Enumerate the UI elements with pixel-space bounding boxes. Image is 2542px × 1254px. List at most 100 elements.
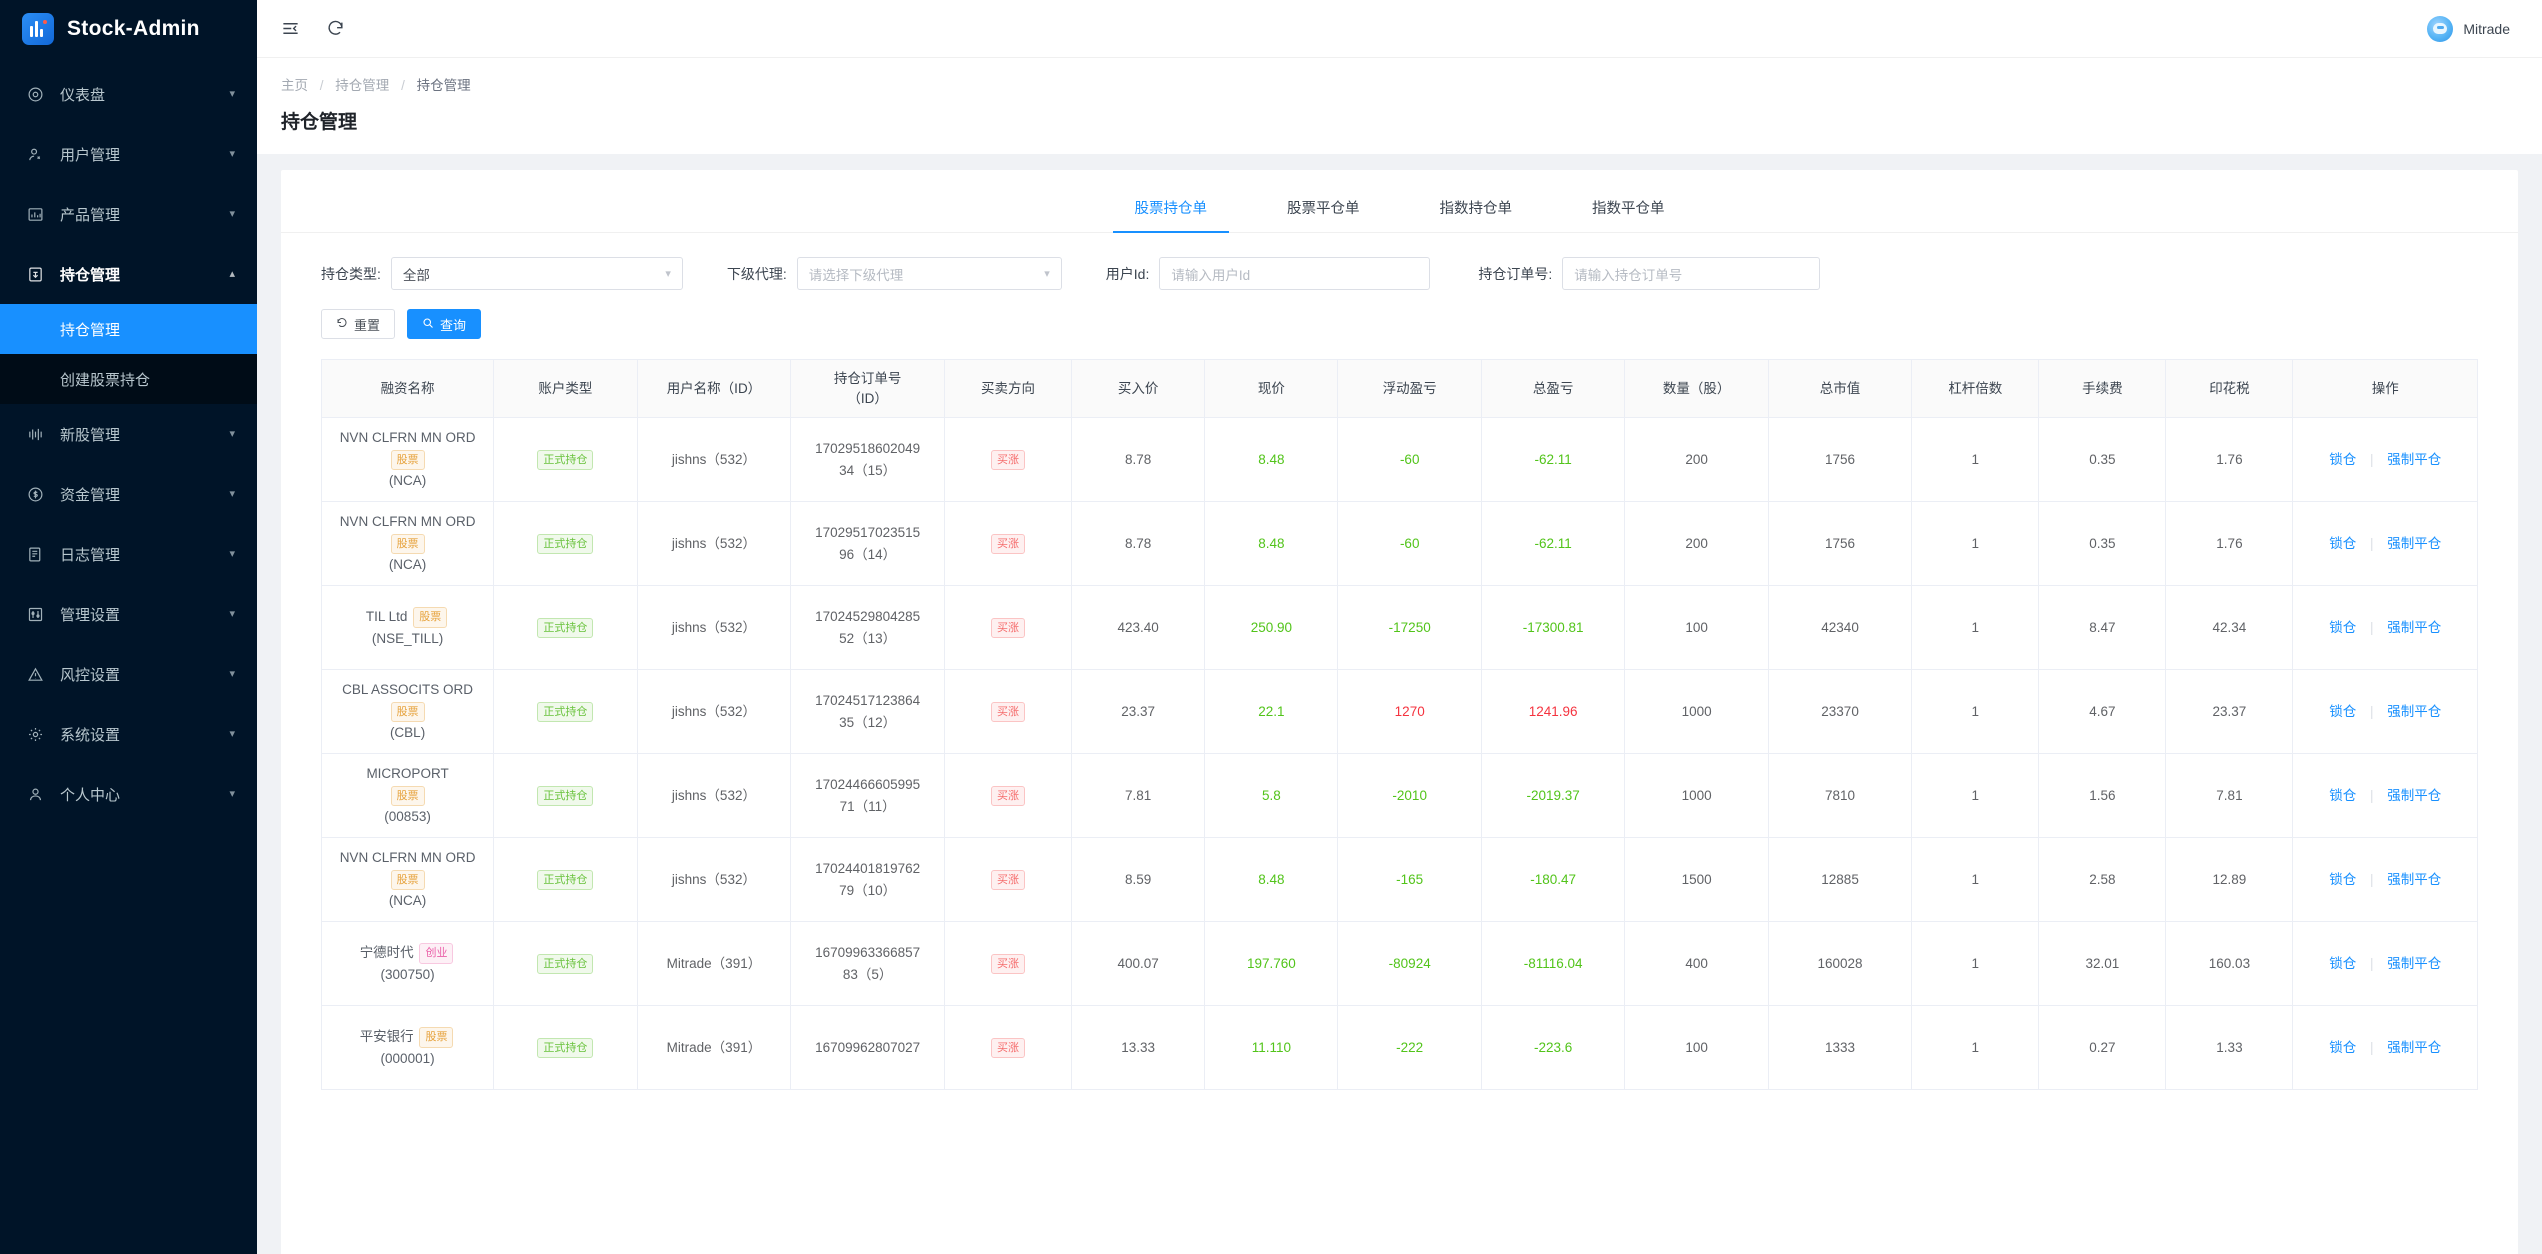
cell-name: CBL ASSOCITS ORD 股票 (CBL) <box>320 669 495 754</box>
user-id-input[interactable]: 请输入用户Id <box>1159 257 1431 290</box>
sidebar-subitem-position-management[interactable]: 持仓管理 <box>0 304 257 354</box>
cell-total-pl: -2019.37 <box>1481 753 1626 838</box>
position-type-select[interactable]: 全部 ▾ <box>390 257 683 290</box>
content-scroll: 股票持仓单 股票平仓单 指数持仓单 指数平仓单 持仓类型: 全部 ▾ 下级代理:… <box>257 154 2542 1254</box>
lock-position-link[interactable]: 锁仓 <box>2329 788 2356 803</box>
tab-label: 指数持仓单 <box>1439 201 1513 217</box>
row-name: CBL ASSOCITS ORD <box>342 682 473 698</box>
cell-total-pl: -17300.81 <box>1481 585 1626 670</box>
cell-fee: 8.47 <box>2038 585 2167 670</box>
cell-name: NVN CLFRN MN ORD 股票 (NCA) <box>320 837 495 922</box>
row-name-tag: 股票 <box>390 701 425 723</box>
refresh-icon[interactable] <box>326 19 345 38</box>
table-head: 融资名称 账户类型 用户名称（ID） 持仓订单号 （ID） 买卖方向 买入价 现… <box>320 359 2478 418</box>
force-close-link[interactable]: 强制平仓 <box>2387 536 2441 551</box>
cell-name: NVN CLFRN MN ORD 股票 (NCA) <box>320 417 495 502</box>
action-separator: | <box>2369 1039 2374 1055</box>
cell-direction: 买涨 <box>944 501 1073 586</box>
sidebar-item-label: 系统设置 <box>60 726 121 744</box>
sidebar-subitem-label: 持仓管理 <box>60 321 121 339</box>
force-close-link[interactable]: 强制平仓 <box>2387 788 2441 803</box>
force-close-link[interactable]: 强制平仓 <box>2387 620 2441 635</box>
tab-label: 指数平仓单 <box>1592 201 1665 217</box>
lock-position-link[interactable]: 锁仓 <box>2329 704 2356 719</box>
cell-current-price: 5.8 <box>1204 753 1339 838</box>
row-name: NVN CLFRN MN ORD <box>339 514 476 530</box>
row-name-tag: 股票 <box>413 607 448 628</box>
menu-collapse-icon[interactable] <box>281 19 300 38</box>
sub-agent-select[interactable]: 请选择下级代理 ▾ <box>796 257 1062 290</box>
tab-stock-closed[interactable]: 股票平仓单 <box>1265 184 1382 232</box>
cell-user: Mitrade（391） <box>637 1005 792 1090</box>
cell-user: jishns（532） <box>637 585 792 670</box>
filter-panel: 持仓类型: 全部 ▾ 下级代理: 请选择下级代理 ▾ 用户Id: 请输入用户Id… <box>281 233 2518 339</box>
force-close-link[interactable]: 强制平仓 <box>2387 872 2441 887</box>
cell-quantity: 100 <box>1624 1005 1769 1090</box>
reset-button-label: 重置 <box>354 317 381 333</box>
brand[interactable]: Stock-Admin <box>0 0 257 58</box>
sidebar-item-risk-settings[interactable]: 风控设置 ▾ <box>0 644 257 704</box>
reset-button[interactable]: 重置 <box>321 309 396 339</box>
sidebar-item-funds[interactable]: 资金管理 ▾ <box>0 464 257 524</box>
force-close-link[interactable]: 强制平仓 <box>2387 452 2441 467</box>
sidebar-item-logs[interactable]: 日志管理 ▾ <box>0 524 257 584</box>
row-name: NVN CLFRN MN ORD <box>339 850 476 866</box>
col-account-type: 账户类型 <box>493 359 638 418</box>
force-close-link[interactable]: 强制平仓 <box>2387 956 2441 971</box>
force-close-link[interactable]: 强制平仓 <box>2387 704 2441 719</box>
sidebar-item-ipo[interactable]: 新股管理 ▾ <box>0 404 257 464</box>
lock-position-link[interactable]: 锁仓 <box>2329 536 2356 551</box>
lock-position-link[interactable]: 锁仓 <box>2329 452 2356 467</box>
tab-index-closed[interactable]: 指数平仓单 <box>1570 184 1687 232</box>
lock-position-link[interactable]: 锁仓 <box>2329 1040 2356 1055</box>
chevron-down-icon: ▾ <box>229 547 235 560</box>
row-name-code: (000001) <box>380 1050 435 1066</box>
user-menu[interactable]: Mitrade <box>2427 15 2518 42</box>
sidebar-item-profile[interactable]: 个人中心 ▾ <box>0 764 257 824</box>
row-name-tag: 股票 <box>390 449 425 471</box>
cell-leverage: 1 <box>1911 1005 2040 1090</box>
direction-badge: 买涨 <box>991 617 1026 639</box>
force-close-link[interactable]: 强制平仓 <box>2387 1040 2441 1055</box>
chevron-down-icon: ▾ <box>229 207 235 220</box>
sidebar-item-label: 资金管理 <box>60 486 121 504</box>
cell-total-pl: -180.47 <box>1481 837 1626 922</box>
lock-position-link[interactable]: 锁仓 <box>2329 620 2356 635</box>
order-no-line2: 52（13） <box>839 630 897 646</box>
breadcrumb-item-home[interactable]: 主页 <box>281 78 308 93</box>
chevron-down-icon: ▾ <box>229 787 235 800</box>
cell-operation: 锁仓 | 强制平仓 <box>2292 1005 2478 1090</box>
sidebar-item-admin-settings[interactable]: 管理设置 ▾ <box>0 584 257 644</box>
cell-operation: 锁仓 | 强制平仓 <box>2292 585 2478 670</box>
order-no-line1: 17029518602049 <box>815 440 921 456</box>
lock-position-link[interactable]: 锁仓 <box>2329 872 2356 887</box>
sidebar-item-users[interactable]: 用户管理 ▾ <box>0 124 257 184</box>
filter-label: 下级代理: <box>726 265 787 282</box>
row-name-tag: 股票 <box>390 533 425 555</box>
query-button[interactable]: 查询 <box>407 309 482 339</box>
sidebar-subitem-create-stock-position[interactable]: 创建股票持仓 <box>0 354 257 404</box>
tab-bar: 股票持仓单 股票平仓单 指数持仓单 指数平仓单 <box>281 170 2518 233</box>
cell-market-value: 1333 <box>1768 1005 1913 1090</box>
cell-market-value: 23370 <box>1768 669 1913 754</box>
order-no-line2: 34（15） <box>839 462 897 478</box>
tab-index-positions[interactable]: 指数持仓单 <box>1418 184 1535 232</box>
sidebar-item-dashboard[interactable]: 仪表盘 ▾ <box>0 64 257 124</box>
cell-current-price: 8.48 <box>1204 417 1339 502</box>
sidebar-item-products[interactable]: 产品管理 ▾ <box>0 184 257 244</box>
tab-stock-positions[interactable]: 股票持仓单 <box>1112 184 1230 233</box>
chevron-down-icon: ▾ <box>229 427 235 440</box>
order-no-input[interactable]: 请输入持仓订单号 <box>1562 257 1821 290</box>
direction-badge: 买涨 <box>991 1037 1026 1059</box>
table-row: CBL ASSOCITS ORD 股票 (CBL) 正式持仓 jishns（53… <box>320 669 2478 754</box>
row-name-tag: 股票 <box>419 1027 454 1048</box>
account-type-badge: 正式持仓 <box>537 617 594 639</box>
cell-fee: 32.01 <box>2038 921 2167 1006</box>
sidebar-item-system-settings[interactable]: 系统设置 ▾ <box>0 704 257 764</box>
lock-position-link[interactable]: 锁仓 <box>2329 956 2356 971</box>
sidebar-item-label: 新股管理 <box>60 426 121 444</box>
topbar-left <box>281 19 345 38</box>
search-icon <box>422 317 434 332</box>
sidebar-item-positions[interactable]: 持仓管理 ▴ <box>0 244 257 304</box>
breadcrumb-item-position-group[interactable]: 持仓管理 <box>335 78 389 93</box>
